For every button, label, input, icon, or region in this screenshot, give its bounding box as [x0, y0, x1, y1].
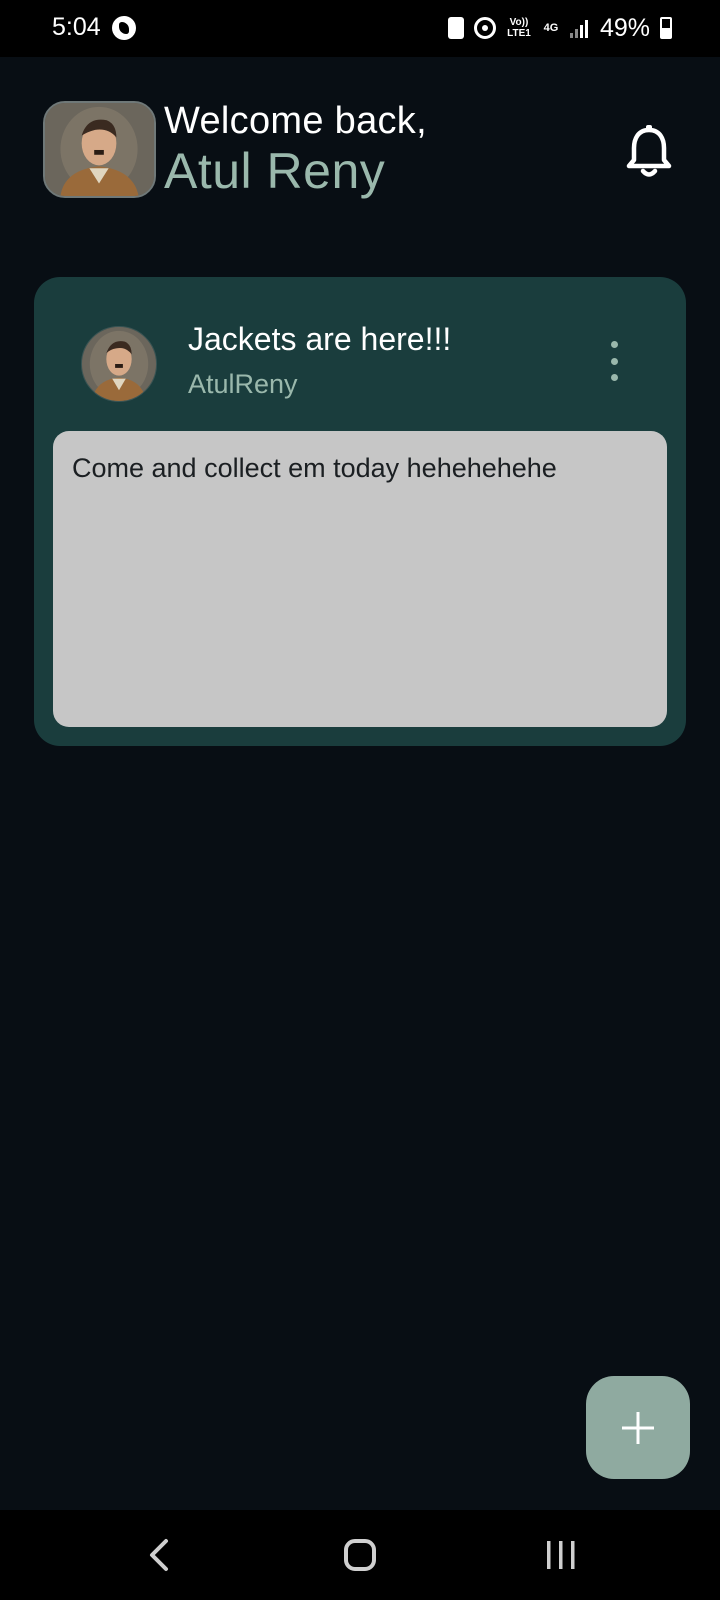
battery-percent: 49% — [599, 13, 650, 42]
volte-indicator: Vo)) LTE1 — [506, 17, 532, 39]
messenger-notification-icon — [112, 16, 136, 40]
system-navigation-bar — [0, 1510, 720, 1600]
signal-strength-icon — [569, 18, 590, 38]
welcome-greeting: Welcome back, — [164, 100, 427, 142]
hotspot-icon — [473, 17, 496, 39]
profile-photo — [45, 103, 154, 196]
recents-icon[interactable] — [544, 1538, 578, 1572]
lte-label: LTE1 — [507, 28, 531, 39]
more-vertical-icon[interactable] — [604, 341, 624, 381]
home-icon[interactable] — [343, 1538, 377, 1572]
back-icon[interactable] — [144, 1537, 176, 1573]
post-card[interactable]: Jackets are here!!! AtulReny Come and co… — [34, 277, 686, 746]
network-type-indicator: 4G — [543, 21, 559, 34]
post-author-avatar[interactable] — [81, 326, 157, 402]
bell-icon[interactable] — [624, 124, 674, 180]
battery-charging-icon — [660, 17, 672, 39]
battery-saver-icon — [447, 17, 464, 39]
post-author: AtulReny — [188, 369, 298, 399]
plus-icon — [622, 1412, 654, 1444]
add-post-button[interactable] — [586, 1376, 690, 1479]
user-name: Atul Reny — [164, 143, 386, 199]
volte-label: Vo)) — [509, 17, 529, 28]
post-body-text: Come and collect em today hehehehehe — [72, 453, 557, 483]
post-body: Come and collect em today hehehehehe — [53, 431, 667, 727]
post-title: Jackets are here!!! — [188, 321, 452, 357]
profile-avatar[interactable] — [43, 101, 156, 198]
status-bar: 5:04 Vo)) LTE1 4G 49% — [0, 0, 720, 57]
status-time: 5:04 — [52, 13, 101, 41]
author-photo — [82, 327, 156, 401]
status-icons: Vo)) LTE1 4G 49% — [447, 12, 672, 44]
